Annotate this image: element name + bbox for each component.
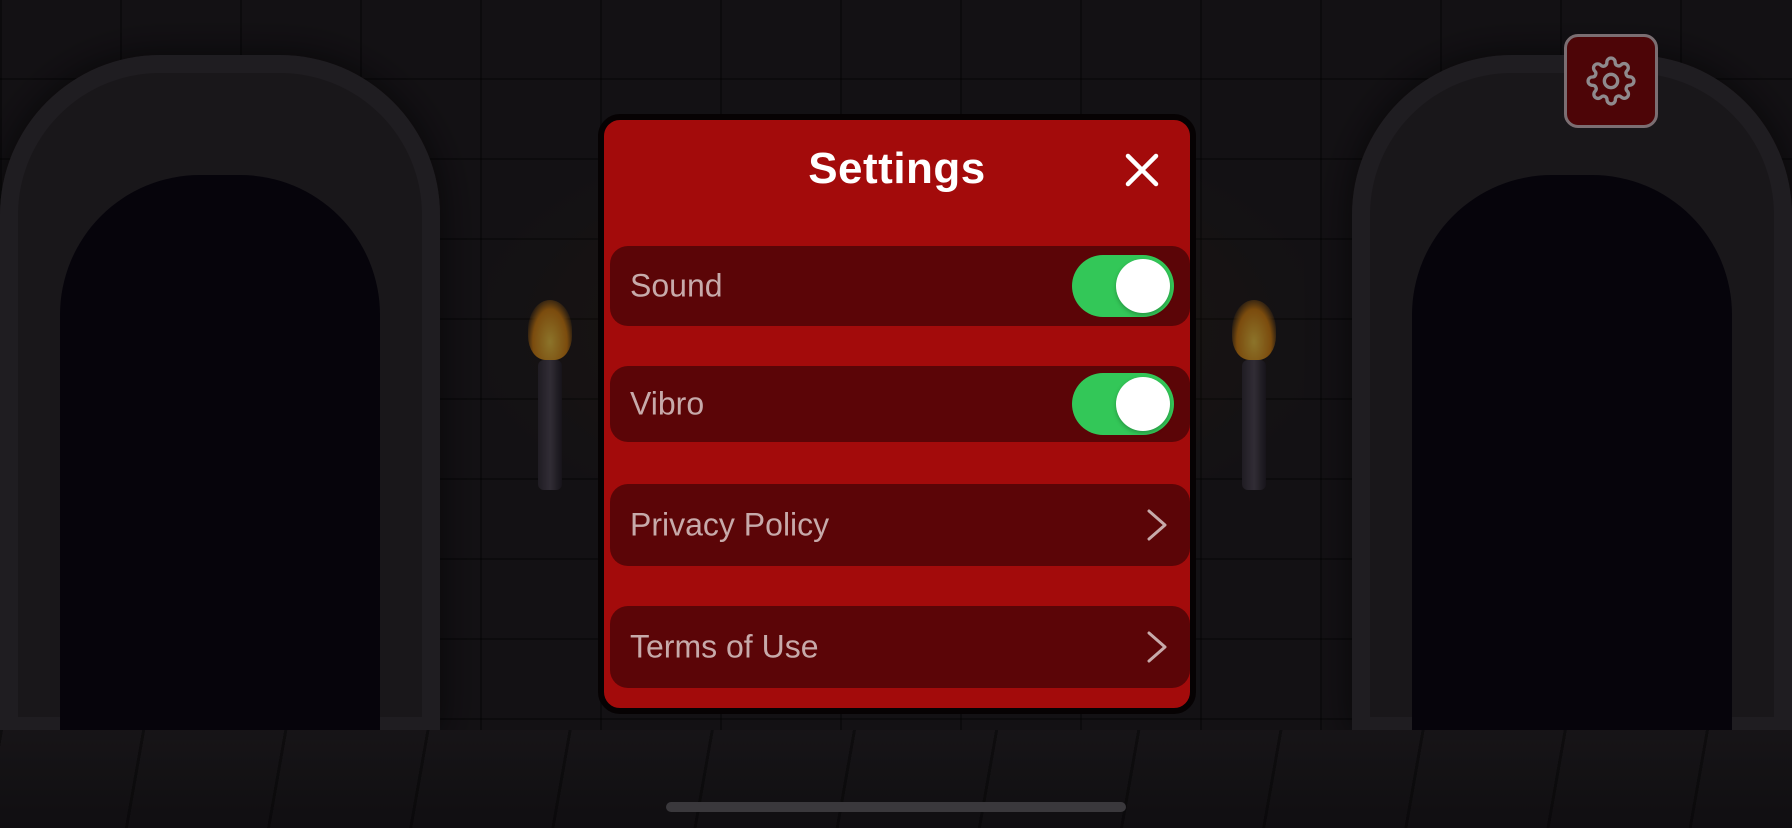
chevron-right-icon [1147, 509, 1167, 541]
vibro-toggle[interactable] [1072, 373, 1174, 435]
sound-setting-row[interactable]: Sound [610, 246, 1190, 326]
toggle-knob [1116, 377, 1170, 431]
sound-toggle[interactable] [1072, 255, 1174, 317]
vibro-setting-row[interactable]: Vibro [610, 366, 1190, 442]
modal-title: Settings [808, 144, 986, 193]
settings-modal: Settings Sound Vibro Privacy Policy Term… [598, 114, 1196, 714]
privacy-policy-label: Privacy Policy [630, 506, 830, 543]
home-indicator[interactable] [666, 802, 1126, 812]
privacy-policy-button[interactable]: Privacy Policy [610, 484, 1190, 566]
settings-button[interactable] [1564, 34, 1658, 128]
gear-icon [1586, 56, 1636, 106]
vibro-label: Vibro [630, 385, 705, 422]
terms-of-use-label: Terms of Use [630, 628, 819, 665]
close-icon [1125, 153, 1159, 187]
toggle-knob [1116, 259, 1170, 313]
close-button[interactable] [1120, 148, 1164, 192]
chevron-right-icon [1147, 631, 1167, 663]
sound-label: Sound [630, 267, 723, 304]
terms-of-use-button[interactable]: Terms of Use [610, 606, 1190, 688]
